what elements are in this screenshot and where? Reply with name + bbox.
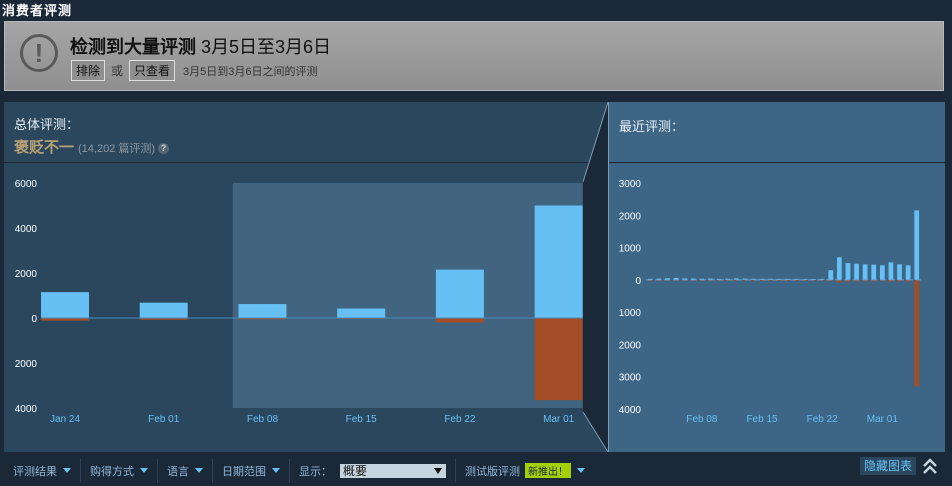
or-label: 或 — [111, 64, 124, 78]
filter-purchase-type[interactable]: 购得方式 — [81, 458, 158, 483]
y-tick-label: 4000 — [619, 405, 642, 416]
overall-label: 总体评测： — [14, 117, 80, 132]
negative-bar — [534, 318, 583, 401]
chevron-down-icon — [140, 468, 148, 473]
filter-label: 日期范围 — [222, 465, 266, 478]
filter-language[interactable]: 语言 — [158, 458, 213, 483]
new-badge: 新推出！ — [525, 463, 571, 478]
alert-description: 3月5日到3月6日之间的评测 — [183, 65, 318, 78]
section-title: 消费者评测 — [2, 3, 73, 18]
negative-bar — [435, 318, 484, 323]
overall-reviews-panel: 总体评测： 褒贬不一 (14,202 篇评测)? 6000 4000 2000 0 200… — [4, 102, 607, 452]
alert-title-bold: 检测到大量评测 — [70, 37, 196, 57]
recent-chart: 3000 2000 1000 0 1000 2000 3000 4000 Feb 08 Feb 1… — [619, 179, 921, 425]
positive-bar — [845, 263, 851, 280]
display-label: 显示： — [299, 465, 332, 478]
y-tick-label: 2000 — [619, 340, 642, 351]
y-tick-label: 2000 — [15, 269, 38, 280]
y-tick-label: 1000 — [619, 244, 642, 255]
filter-date-range[interactable]: 日期范围 — [213, 458, 290, 483]
x-tick-label: Mar 01 — [543, 414, 575, 425]
positive-bar — [897, 264, 902, 280]
display-select-value: 概要 — [343, 463, 368, 478]
filter-review-type[interactable]: 评测结果 — [4, 458, 81, 483]
x-tick-label: Feb 22 — [807, 414, 839, 425]
recent-reviews-panel: 最近评测： 3000 2000 1000 0 1000 2000 3000 4000 Feb 0… — [608, 102, 945, 452]
display-select[interactable]: 概要 — [340, 463, 446, 478]
chevron-down-icon — [195, 468, 203, 473]
alert-title: 检测到大量评测 3月5日至3月6日 — [70, 33, 331, 59]
chevron-down-icon — [63, 468, 71, 473]
positive-bar — [905, 265, 911, 280]
positive-bar — [871, 264, 877, 280]
positive-bar — [879, 265, 885, 280]
y-tick-label: 2000 — [15, 359, 38, 370]
y-tick-label: 0 — [635, 276, 641, 287]
y-tick-label: 2000 — [619, 211, 642, 222]
alert-title-range: 3月5日至3月6日 — [196, 37, 332, 57]
filter-label: 评测结果 — [13, 465, 57, 478]
positive-bar — [888, 262, 894, 280]
x-tick-label: Feb 15 — [746, 414, 778, 425]
exclude-button[interactable]: 排除 — [71, 60, 106, 81]
positive-bar — [337, 308, 386, 318]
review-burst-alert: ! 检测到大量评测 3月5日至3月6日 排除 或 只查看 3月5日到3月6日之间… — [4, 21, 944, 91]
connector-wedge — [582, 102, 609, 452]
y-tick-label: 6000 — [15, 179, 38, 190]
x-tick-label: Jan 24 — [50, 414, 80, 425]
filter-display: 显示： 概要 — [290, 458, 456, 483]
y-tick-label: 3000 — [619, 373, 642, 384]
date-range-highlight — [232, 183, 583, 408]
positive-bar — [854, 263, 859, 280]
overall-summary: 褒贬不一 (14,202 篇评测)? — [14, 136, 170, 157]
positive-bar — [914, 210, 920, 280]
x-tick-label: Feb 22 — [444, 414, 476, 425]
positive-bar — [828, 270, 834, 280]
warning-icon: ! — [20, 34, 58, 72]
x-tick-label: Feb 15 — [346, 414, 378, 425]
help-icon[interactable]: ? — [158, 142, 170, 154]
x-tick-label: Mar 01 — [867, 414, 899, 425]
y-tick-label: 3000 — [619, 179, 642, 190]
positive-bar — [836, 257, 842, 280]
positive-bar — [534, 205, 583, 318]
positive-bar — [139, 302, 188, 318]
positive-bar — [41, 292, 89, 318]
x-tick-label: Feb 01 — [148, 414, 180, 425]
y-tick-label: 4000 — [15, 404, 38, 415]
y-tick-label: 0 — [31, 314, 37, 325]
x-tick-label: Feb 08 — [247, 414, 279, 425]
y-tick-label: 1000 — [619, 308, 642, 319]
collapse-icon[interactable] — [919, 455, 941, 477]
negative-bar — [914, 279, 920, 387]
recent-label: 最近评测： — [619, 119, 685, 134]
review-filters: 评测结果 购得方式 语言 日期范围 显示： 概要 测试版评测 新推出！ — [4, 455, 944, 486]
dropdown-arrow-icon — [434, 467, 442, 474]
only-view-button[interactable]: 只查看 — [129, 60, 176, 81]
beta-label: 测试版评测 — [465, 465, 520, 478]
overall-chart: 6000 4000 2000 0 2000 4000 Jan 24 Feb 01 Feb 08 F… — [15, 179, 584, 425]
hide-chart-button[interactable]: 隐藏图表 — [860, 457, 917, 475]
chevron-down-icon — [272, 468, 280, 473]
positive-bar — [435, 269, 484, 318]
overall-summary-text: 褒贬不一 — [14, 139, 75, 156]
filter-label: 语言 — [167, 465, 189, 478]
alert-options: 排除 或 只查看 3月5日到3月6日之间的评测 — [71, 60, 318, 81]
chevron-down-icon — [577, 468, 585, 473]
y-tick-label: 4000 — [15, 224, 38, 235]
filter-beta-reviews[interactable]: 测试版评测 新推出！ — [456, 459, 594, 483]
positive-bar — [862, 264, 868, 280]
positive-bar — [238, 304, 287, 318]
x-tick-label: Feb 08 — [686, 414, 718, 425]
overall-count: (14,202 篇评测) — [78, 143, 156, 155]
filter-label: 购得方式 — [90, 465, 134, 478]
